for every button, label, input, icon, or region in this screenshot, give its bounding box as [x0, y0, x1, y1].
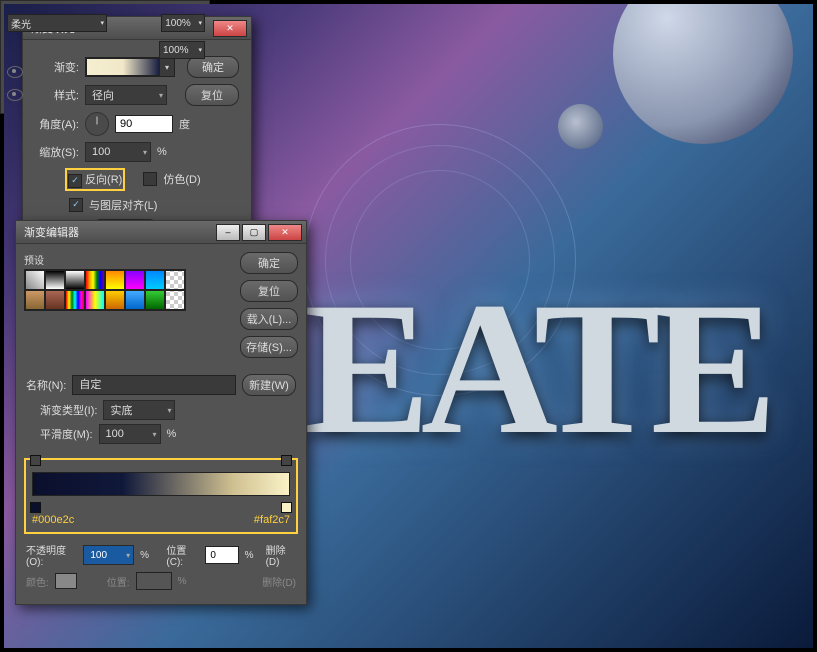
gradient-bar-highlight: #000e2c #faf2c7 [24, 458, 298, 534]
angle-dial[interactable] [85, 112, 109, 136]
planet-small [558, 104, 603, 149]
location2-label: 位置: [107, 574, 130, 589]
gradient-picker[interactable]: ▾ [85, 57, 175, 77]
align-checkbox[interactable]: ✓ [69, 198, 83, 212]
scale-unit: % [157, 146, 167, 158]
opacity-label: 不透明度(O): [26, 542, 77, 568]
preset-swatches[interactable] [24, 269, 186, 311]
dither-label: 仿色(D) [163, 171, 200, 187]
smooth-label: 平滑度(M): [40, 426, 93, 442]
opacity-stop-right[interactable] [281, 455, 292, 466]
color-stop-left[interactable] [30, 502, 41, 513]
location-input[interactable]: 0 [205, 546, 238, 564]
gradient-editor-title: 渐变编辑器 [24, 224, 79, 240]
gradient-editor-dialog: 渐变编辑器 – ▢ ✕ 预设 确定 复位 载入(L)... 存储(S)... 名… [15, 220, 307, 605]
artwork-text: EATE [304, 260, 767, 478]
color-label: 颜色: [26, 574, 49, 589]
close-icon[interactable]: ✕ [268, 224, 302, 241]
minimize-icon[interactable]: – [216, 224, 240, 241]
angle-unit: 度 [179, 116, 190, 132]
planet-large [613, 4, 793, 144]
opacity-input[interactable]: 100 [83, 545, 134, 565]
scale-label: 缩放(S): [35, 144, 79, 160]
type-select[interactable]: 实底 [103, 400, 175, 420]
reverse-checkbox[interactable]: ✓ [68, 174, 82, 188]
style-select[interactable]: 径向 [85, 85, 167, 105]
gradient-label: 渐变: [35, 59, 79, 75]
fill-input[interactable]: 100% [159, 41, 205, 59]
opacity-unit: % [140, 550, 149, 561]
reverse-label: 反向(R) [85, 174, 122, 186]
angle-label: 角度(A): [35, 116, 79, 132]
presets-label: 预设 [24, 252, 186, 267]
layer-opacity-input[interactable]: 100% [161, 14, 205, 32]
location2-unit: % [178, 576, 187, 587]
name-input[interactable]: 自定 [72, 375, 236, 395]
align-label: 与图层对齐(L) [89, 197, 157, 213]
blend-mode-select[interactable]: 柔光 [7, 14, 107, 32]
opacity-stop-left[interactable] [30, 455, 41, 466]
visibility-icon[interactable] [7, 66, 23, 78]
smooth-unit: % [167, 428, 177, 440]
scale-input[interactable]: 100 [85, 142, 151, 162]
hex-left: #000e2c [32, 514, 74, 526]
delete-stop-button[interactable]: 删除(D) [266, 542, 296, 568]
name-label: 名称(N): [26, 377, 66, 393]
angle-input[interactable]: 90 [115, 115, 173, 133]
color-stop-right[interactable] [281, 502, 292, 513]
location2-input [136, 572, 172, 590]
hex-right: #faf2c7 [254, 514, 290, 526]
reset-button[interactable]: 复位 [185, 84, 239, 106]
new-button[interactable]: 新建(W) [242, 374, 296, 396]
location-unit: % [245, 550, 254, 561]
delete2-button: 删除(D) [262, 574, 296, 589]
type-label: 渐变类型(I): [40, 402, 97, 418]
smooth-input[interactable]: 100 [99, 424, 161, 444]
load-button[interactable]: 载入(L)... [240, 308, 298, 330]
save-button[interactable]: 存储(S)... [240, 336, 298, 358]
location-label: 位置(C): [166, 542, 199, 568]
ok-button[interactable]: 确定 [187, 56, 239, 78]
reverse-highlight: ✓ 反向(R) [65, 168, 125, 191]
gradient-ramp[interactable] [32, 472, 290, 496]
gradient-editor-titlebar[interactable]: 渐变编辑器 – ▢ ✕ [16, 221, 306, 244]
close-icon[interactable]: ✕ [213, 20, 247, 37]
style-label: 样式: [35, 87, 79, 103]
maximize-icon[interactable]: ▢ [242, 224, 266, 241]
color-swatch[interactable] [55, 573, 77, 589]
dither-checkbox[interactable] [143, 172, 157, 186]
reset-button[interactable]: 复位 [240, 280, 298, 302]
visibility-icon[interactable] [7, 89, 23, 101]
ok-button[interactable]: 确定 [240, 252, 298, 274]
